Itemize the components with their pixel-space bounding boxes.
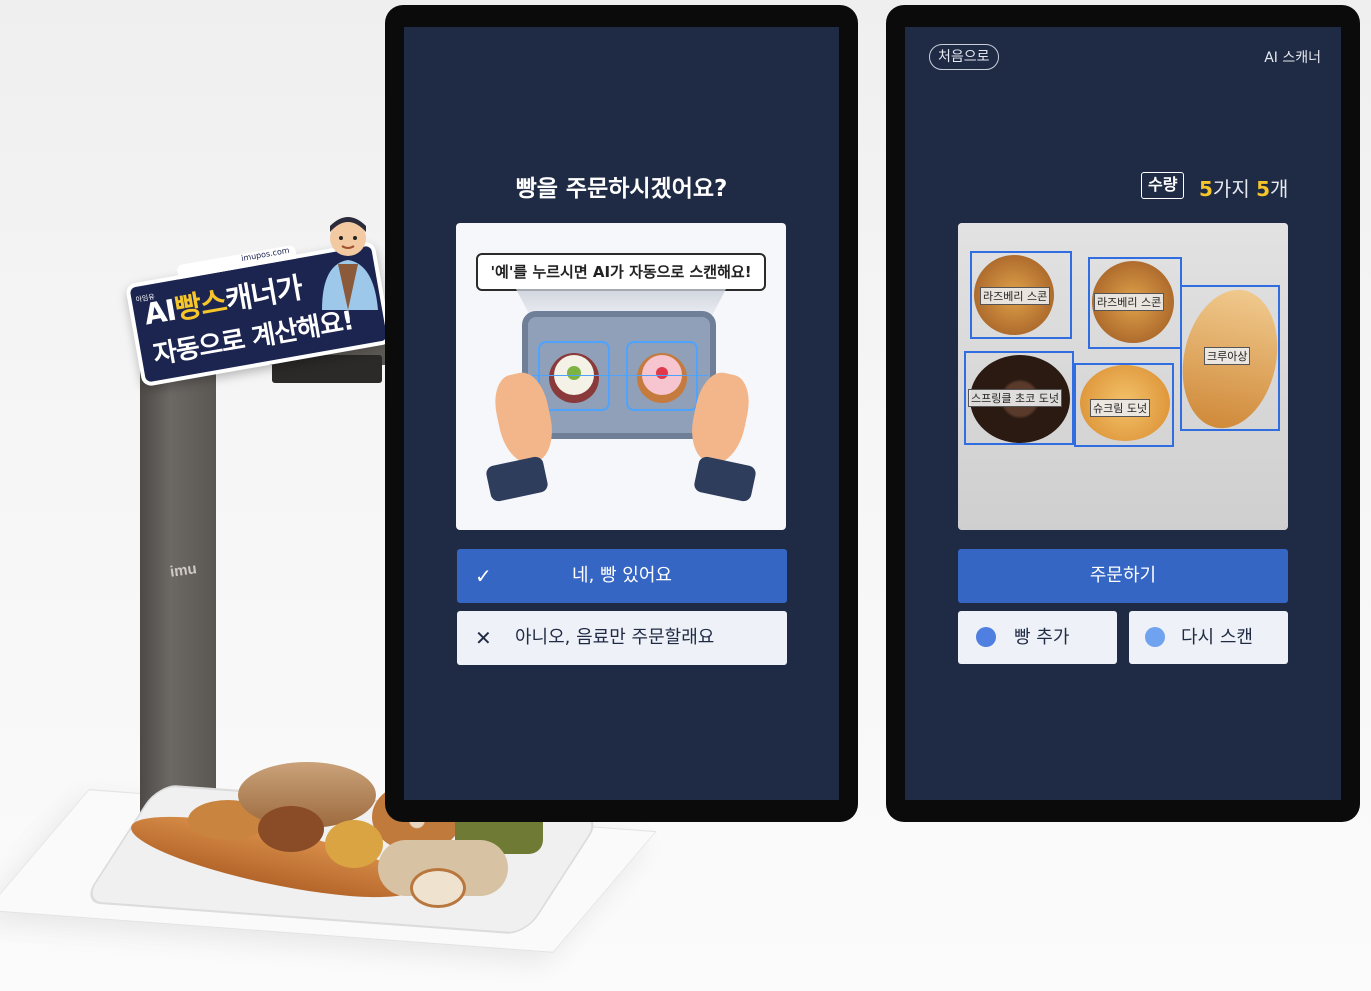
instruction-speech-bubble: '예'를 누르시면 AI가 자동으로 스캔해요!	[476, 253, 766, 291]
detected-cake-2	[626, 341, 698, 411]
app-title: AI 스캐너	[1264, 50, 1321, 66]
right-sleeve-image	[692, 455, 758, 503]
cupcake-icon	[549, 353, 599, 403]
detected-cake-1	[538, 341, 610, 411]
rescan-button[interactable]: 다시 스캔	[1129, 611, 1288, 664]
detection-box: 라즈베리 스콘	[1088, 257, 1182, 349]
cream-roll-image	[410, 868, 466, 908]
detection-box: 크루아상	[1180, 285, 1280, 431]
scan-line	[532, 375, 708, 376]
rescan-icon	[1145, 627, 1165, 647]
scan-instruction-illustration: '예'를 누르시면 AI가 자동으로 스캔해요!	[456, 223, 786, 530]
close-icon: ✕	[475, 626, 492, 650]
quantity-summary: 5가지 5개	[1199, 177, 1289, 201]
round-bun-image	[325, 820, 383, 868]
drinks-only-button[interactable]: ✕ 아니오, 음료만 주문할래요	[457, 611, 787, 665]
check-icon: ✓	[475, 564, 492, 588]
left-sleeve-image	[484, 455, 550, 503]
page-title: 빵을 주문하시겠어요?	[515, 176, 728, 202]
detection-box: 슈크림 도넛	[1074, 363, 1174, 447]
bread-add-icon	[976, 627, 996, 647]
detection-box: 스프링클 초코 도넛	[964, 351, 1074, 445]
cupcake-icon	[637, 353, 687, 403]
quantity-badge: 수량	[1141, 172, 1185, 199]
yes-bread-button[interactable]: ✓ 네, 빵 있어요	[457, 549, 787, 603]
order-button[interactable]: 주문하기	[958, 549, 1288, 603]
back-to-start-button[interactable]: 처음으로	[929, 44, 999, 70]
scanned-tray-image: 라즈베리 스콘 라즈베리 스콘 크루아상 스프링클 초코 도넛 슈크림 도넛	[958, 223, 1288, 530]
add-bread-button[interactable]: 빵 추가	[958, 611, 1117, 664]
scan-result-screen: 처음으로 AI 스캐너 수량 5가지 5개 라즈베리 스콘 라즈베리 스콘 크루…	[905, 27, 1341, 800]
detection-box: 라즈베리 스콘	[970, 251, 1072, 339]
scanner-column	[140, 360, 216, 830]
mascot-illustration	[322, 217, 378, 310]
bread-order-screen: 빵을 주문하시겠어요? '예'를 누르시면 AI가 자동으로 스캔해요! ✓ 네…	[404, 27, 839, 800]
dark-roll-image	[258, 806, 324, 852]
